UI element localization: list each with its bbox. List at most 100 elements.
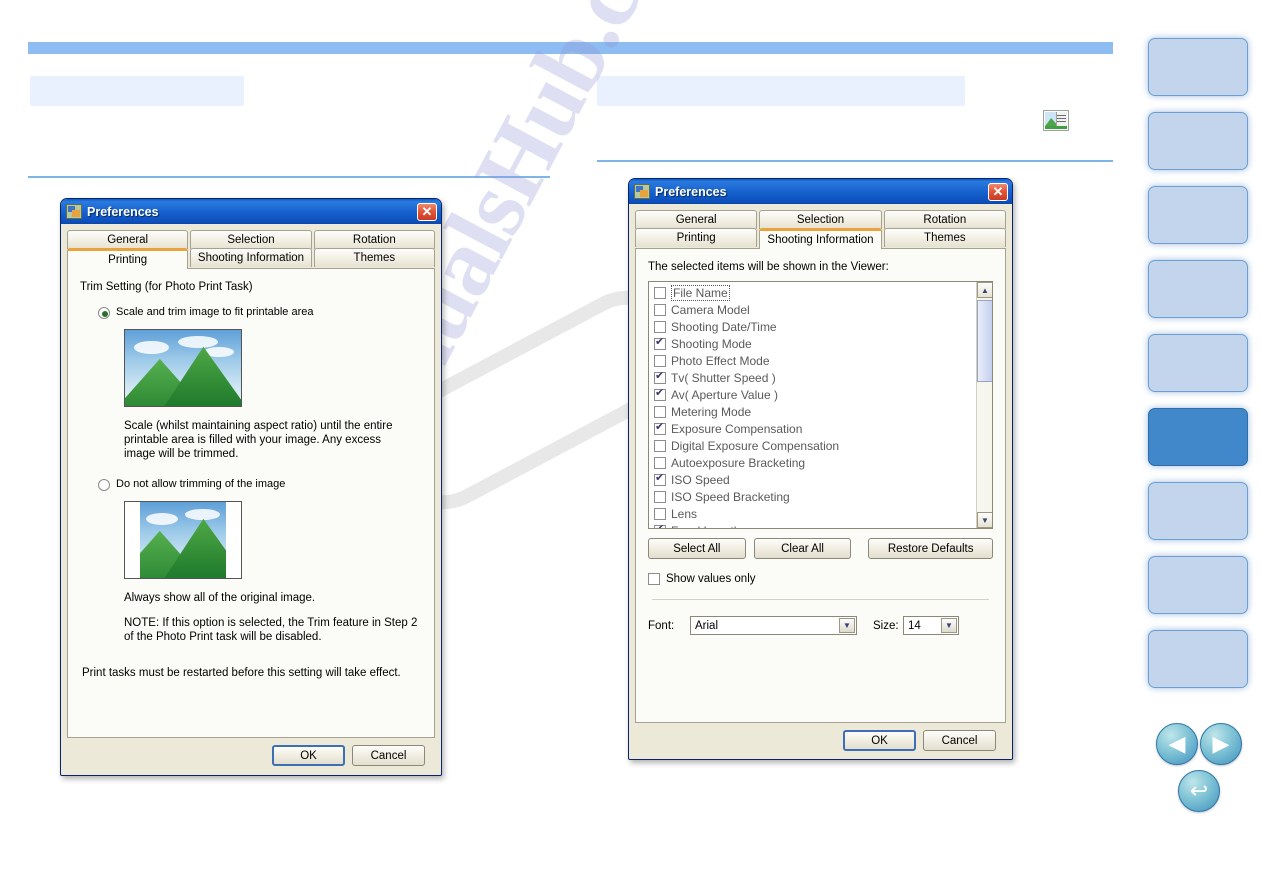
list-item-checkbox[interactable] (654, 405, 666, 418)
back-button[interactable]: ↩ (1178, 770, 1220, 812)
list-item-label: ISO Speed Bracketing (671, 489, 790, 504)
tab-shooting-information[interactable]: Shooting Information (190, 248, 312, 267)
tab-label: Themes (353, 252, 396, 264)
sidebar-button-7[interactable] (1148, 482, 1248, 540)
list-item[interactable]: Metering Mode (651, 403, 992, 420)
sidebar-button-2[interactable] (1148, 112, 1248, 170)
close-icon[interactable]: ✕ (988, 182, 1008, 201)
list-item[interactable]: Focal Length (651, 522, 992, 529)
preferences-dialog-printing: Preferences ✕ General Selection Rotation… (60, 198, 442, 776)
select-all-button[interactable]: Select All (648, 538, 746, 559)
list-item-checkbox[interactable] (654, 456, 666, 469)
list-item-checkbox[interactable] (654, 303, 666, 316)
sidebar-button-6-active[interactable] (1148, 408, 1248, 466)
tab-printing[interactable]: Printing (67, 248, 189, 269)
ok-button[interactable]: OK (843, 730, 916, 751)
list-item-checkbox[interactable] (654, 370, 666, 384)
listbox-scrollbar[interactable]: ▲ ▼ (976, 282, 992, 528)
tab-printing[interactable]: Printing (635, 228, 758, 247)
radio-icon-scale-and-trim[interactable] (98, 307, 110, 319)
list-item[interactable]: Shooting Mode (651, 335, 992, 352)
list-item[interactable]: Lens (651, 505, 992, 522)
tab-themes[interactable]: Themes (313, 248, 435, 267)
list-item-label: Focal Length (671, 524, 740, 529)
list-item-checkbox[interactable] (654, 354, 666, 367)
left-column-header-box (30, 76, 244, 106)
sidebar-button-3[interactable] (1148, 186, 1248, 244)
sidebar-button-1[interactable] (1148, 38, 1248, 96)
list-item[interactable]: Shooting Date/Time (651, 318, 992, 335)
titlebar-right[interactable]: Preferences ✕ (629, 179, 1012, 204)
tab-selection[interactable]: Selection (759, 210, 882, 229)
tab-label: Themes (924, 232, 966, 244)
tab-general[interactable]: General (635, 210, 758, 229)
titlebar-left[interactable]: Preferences ✕ (61, 199, 441, 224)
clear-all-label: Clear All (781, 542, 824, 555)
size-combobox[interactable]: 14 ▼ (903, 616, 959, 635)
close-icon[interactable]: ✕ (417, 202, 437, 221)
list-item-label: Shooting Mode (671, 336, 752, 351)
chevron-down-icon[interactable]: ▼ (941, 618, 957, 633)
list-item-checkbox[interactable] (654, 336, 666, 350)
font-combobox[interactable]: Arial ▼ (690, 616, 857, 635)
restore-defaults-button[interactable]: Restore Defaults (868, 538, 993, 559)
list-item[interactable]: Digital Exposure Compensation (651, 437, 992, 454)
list-item-checkbox[interactable] (654, 286, 666, 299)
cancel-button[interactable]: Cancel (352, 745, 425, 766)
list-item-label: Camera Model (671, 302, 750, 317)
chevron-down-icon[interactable]: ▼ (839, 618, 855, 633)
clear-all-button[interactable]: Clear All (753, 538, 852, 559)
show-values-only-row[interactable]: Show values only (648, 573, 993, 585)
previous-page-button[interactable]: ◀ (1156, 723, 1198, 765)
list-item[interactable]: Tv( Shutter Speed ) (651, 369, 992, 386)
cancel-button[interactable]: Cancel (923, 730, 996, 751)
scrollbar-thumb[interactable] (977, 300, 992, 382)
list-item-checkbox[interactable] (654, 320, 666, 333)
radio-option-no-trimming[interactable]: Do not allow trimming of the image (98, 478, 422, 491)
scroll-down-button[interactable]: ▼ (977, 512, 992, 528)
list-item-label: Digital Exposure Compensation (671, 438, 840, 453)
shooting-information-tab-panel: The selected items will be shown in the … (635, 248, 1006, 723)
select-all-label: Select All (673, 542, 721, 555)
list-item-checkbox[interactable] (654, 421, 666, 435)
trim-setting-label: Trim Setting (for Photo Print Task) (80, 281, 253, 293)
list-item[interactable]: ISO Speed (651, 471, 992, 488)
sidebar-button-4[interactable] (1148, 260, 1248, 318)
tab-rotation[interactable]: Rotation (313, 230, 435, 249)
scroll-up-button[interactable]: ▲ (977, 282, 992, 298)
tab-general[interactable]: General (67, 230, 189, 249)
dialog-title: Preferences (655, 184, 727, 199)
list-item-checkbox[interactable] (654, 439, 666, 452)
list-item[interactable]: Av( Aperture Value ) (651, 386, 992, 403)
list-item-checkbox[interactable] (654, 507, 666, 520)
next-page-button[interactable]: ▶ (1200, 723, 1242, 765)
ok-button[interactable]: OK (272, 745, 345, 766)
list-item[interactable]: Autoexposure Bracketing (651, 454, 992, 471)
list-item-checkbox[interactable] (654, 387, 666, 401)
radio-option-scale-and-trim[interactable]: Scale and trim image to fit printable ar… (98, 306, 422, 319)
sidebar-button-8[interactable] (1148, 556, 1248, 614)
restart-note: Print tasks must be restarted before thi… (82, 667, 401, 679)
list-item[interactable]: Exposure Compensation (651, 420, 992, 437)
list-item-label: ISO Speed (671, 472, 730, 487)
list-item-checkbox[interactable] (654, 472, 666, 486)
show-values-only-checkbox[interactable] (648, 573, 660, 585)
shooting-info-listbox[interactable]: File NameCamera Model Shooting Date/Time S… (648, 281, 993, 529)
list-item[interactable]: ISO Speed Bracketing (651, 488, 992, 505)
tab-themes[interactable]: Themes (883, 228, 1006, 247)
left-column-divider (28, 176, 550, 178)
radio-icon-no-trimming[interactable] (98, 479, 110, 491)
list-item-checkbox[interactable] (654, 523, 666, 528)
list-item[interactable]: File Name (651, 284, 992, 301)
tab-rotation[interactable]: Rotation (883, 210, 1006, 229)
tab-shooting-information[interactable]: Shooting Information (759, 228, 882, 249)
radio-label: Do not allow trimming of the image (116, 478, 286, 490)
tab-selection[interactable]: Selection (190, 230, 312, 249)
sidebar-button-9[interactable] (1148, 630, 1248, 688)
list-item-checkbox[interactable] (654, 490, 666, 503)
sidebar-button-5[interactable] (1148, 334, 1248, 392)
list-item[interactable]: Photo Effect Mode (651, 352, 992, 369)
chevron-up-icon: ▲ (981, 285, 989, 295)
section-divider (652, 599, 989, 600)
list-item[interactable]: Camera Model (651, 301, 992, 318)
